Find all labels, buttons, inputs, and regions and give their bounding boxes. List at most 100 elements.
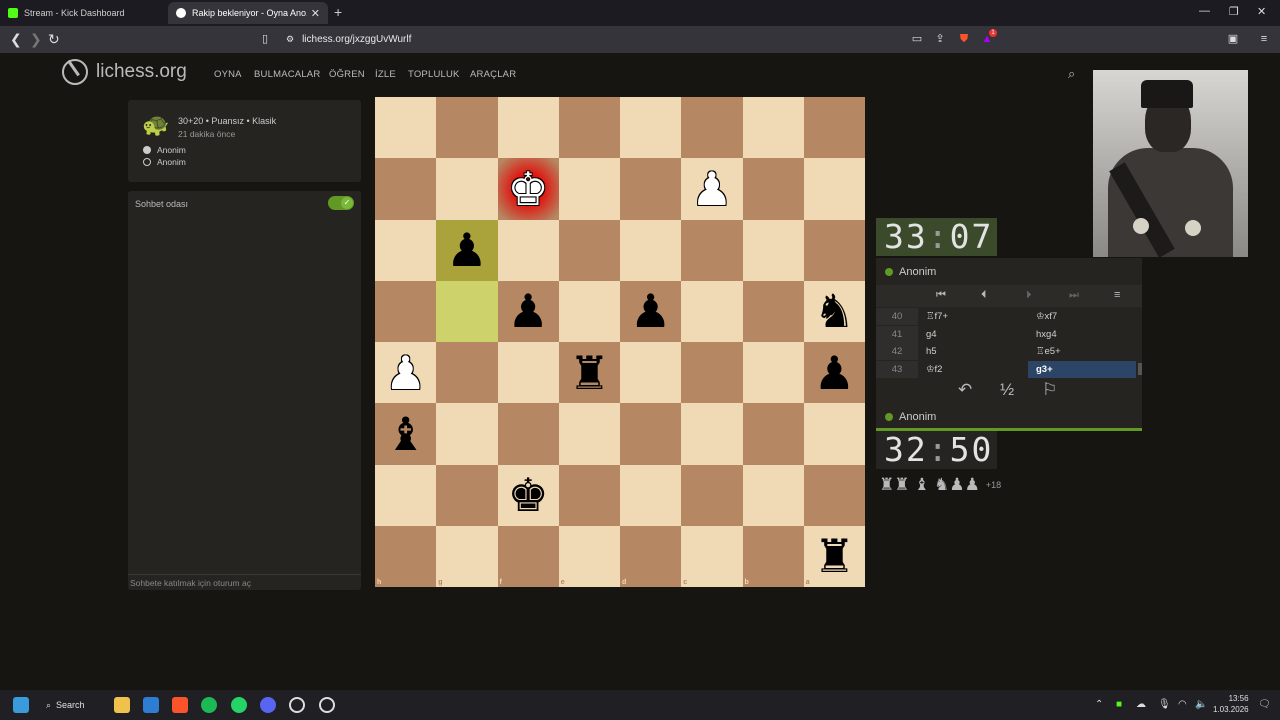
- square-g5[interactable]: [436, 342, 498, 404]
- black-rook-e5[interactable]: ♜: [559, 342, 620, 403]
- nav-play[interactable]: OYNA: [214, 69, 242, 80]
- black-move[interactable]: hxg4: [1028, 326, 1136, 343]
- square-b6[interactable]: [742, 403, 804, 465]
- square-e2[interactable]: [558, 158, 620, 220]
- black-move[interactable]: g3+: [1028, 360, 1136, 378]
- square-h1[interactable]: [375, 97, 437, 159]
- share-icon[interactable]: ⇪: [933, 32, 947, 46]
- url-input[interactable]: ⚙ lichess.org/jxzggUvWurlf: [286, 29, 886, 50]
- draw-offer-button[interactable]: ½: [1000, 380, 1014, 400]
- square-g1[interactable]: [436, 97, 498, 159]
- black-king-f7[interactable]: ♚: [498, 465, 559, 526]
- square-c3[interactable]: [681, 219, 743, 281]
- tab-kick-dashboard[interactable]: Stream - Kick Dashboard: [0, 2, 165, 24]
- nav-tools[interactable]: ARAÇLAR: [470, 69, 516, 80]
- back-icon[interactable]: ❮: [10, 31, 22, 48]
- chatgpt-icon[interactable]: [289, 697, 305, 713]
- square-g2[interactable]: [436, 158, 498, 220]
- chat-toggle[interactable]: [328, 196, 354, 210]
- square-a2[interactable]: [803, 158, 865, 220]
- square-e6[interactable]: [558, 403, 620, 465]
- square-e1[interactable]: [558, 97, 620, 159]
- close-tab-icon[interactable]: ✕: [311, 7, 320, 20]
- square-c1[interactable]: [681, 97, 743, 159]
- square-c6[interactable]: [681, 403, 743, 465]
- next-move-icon[interactable]: ⏵: [1026, 289, 1032, 302]
- network-cloud-icon[interactable]: ☁: [1136, 699, 1146, 710]
- square-f6[interactable]: [497, 403, 559, 465]
- square-a6[interactable]: [803, 403, 865, 465]
- square-e3[interactable]: [558, 219, 620, 281]
- whatsapp-icon[interactable]: [231, 697, 247, 713]
- black-move[interactable]: ♖e5+: [1028, 343, 1136, 360]
- square-d5[interactable]: [620, 342, 682, 404]
- close-window-icon[interactable]: ✕: [1257, 5, 1266, 18]
- chess-board[interactable]: 1 2 3 4 5 6 7 8 h g f e d c b a ♚ ♟ ♟ ♟ ♟ ♞ ♟ ♜ ♟ ♝ ♚ ♜: [375, 97, 865, 587]
- square-c7[interactable]: [681, 464, 743, 526]
- square-a3[interactable]: [803, 219, 865, 281]
- site-info-icon[interactable]: ⚙: [286, 34, 294, 45]
- file-explorer-icon[interactable]: [114, 697, 130, 713]
- last-move-icon[interactable]: ⏭: [1069, 289, 1079, 302]
- square-d7[interactable]: [620, 464, 682, 526]
- square-e4[interactable]: [558, 280, 620, 342]
- black-bishop-h6[interactable]: ♝: [375, 403, 436, 464]
- square-f3[interactable]: [497, 219, 559, 281]
- black-move[interactable]: ♔xf7: [1028, 308, 1136, 325]
- new-tab-button[interactable]: +: [334, 4, 342, 20]
- square-h3[interactable]: [375, 219, 437, 281]
- volume-icon[interactable]: 🔈: [1195, 699, 1207, 710]
- square-a7[interactable]: [803, 464, 865, 526]
- square-f8[interactable]: [497, 525, 559, 587]
- black-knight-a4[interactable]: ♞: [804, 281, 865, 342]
- mail-icon[interactable]: [143, 697, 159, 713]
- tray-chevron-icon[interactable]: ⌃: [1095, 699, 1103, 710]
- nav-watch[interactable]: İZLE: [375, 69, 396, 80]
- square-b7[interactable]: [742, 464, 804, 526]
- white-king-f2[interactable]: ♚: [498, 158, 559, 219]
- nav-community[interactable]: TOPLULUK: [408, 69, 460, 80]
- black-player[interactable]: Anonim: [143, 157, 186, 167]
- taskbar-search[interactable]: ⌕ Search: [46, 696, 85, 714]
- tab-lichess[interactable]: Rakip bekleniyor - Oyna Ano... ✕: [168, 2, 328, 24]
- square-c5[interactable]: [681, 342, 743, 404]
- nav-learn[interactable]: ÖĞREN: [329, 69, 365, 80]
- discord-icon[interactable]: [260, 697, 276, 713]
- obs-icon[interactable]: [319, 697, 335, 713]
- square-f1[interactable]: [497, 97, 559, 159]
- square-b8[interactable]: [742, 525, 804, 587]
- white-player[interactable]: Anonim: [143, 145, 186, 155]
- brave-shield-icon[interactable]: ⛊: [957, 32, 971, 46]
- chat-login-hint[interactable]: Sohbete katılmak için oturum aç: [128, 574, 361, 590]
- site-logo[interactable]: lichess.org: [62, 59, 187, 85]
- windows-start-icon[interactable]: [13, 697, 29, 713]
- notification-icon[interactable]: 🗨: [1258, 699, 1271, 710]
- bookmark-icon[interactable]: ▯: [258, 32, 272, 46]
- brave-browser-icon[interactable]: [172, 697, 188, 713]
- black-rook-a8[interactable]: ♜: [804, 526, 865, 587]
- prev-move-icon[interactable]: ⏴: [981, 289, 987, 302]
- black-pawn-d4[interactable]: ♟: [620, 281, 681, 342]
- sidebar-icon[interactable]: ▣: [1226, 32, 1240, 46]
- microphone-icon[interactable]: 🎙: [1158, 699, 1171, 710]
- taskbar-clock[interactable]: 13:56 1.03.2026: [1213, 693, 1249, 715]
- square-g8[interactable]: [436, 525, 498, 587]
- resign-flag-icon[interactable]: ⚐: [1042, 380, 1057, 400]
- square-b2[interactable]: [742, 158, 804, 220]
- square-h7[interactable]: [375, 464, 437, 526]
- reload-icon[interactable]: ↻: [48, 31, 60, 48]
- restore-icon[interactable]: ❐: [1229, 5, 1239, 18]
- nav-puzzles[interactable]: BULMACALAR: [254, 69, 320, 80]
- square-d6[interactable]: [620, 403, 682, 465]
- square-b3[interactable]: [742, 219, 804, 281]
- black-pawn-g3[interactable]: ♟: [436, 220, 497, 281]
- kick-tray-icon[interactable]: ■: [1116, 699, 1122, 710]
- white-move[interactable]: g4: [926, 326, 937, 343]
- search-icon[interactable]: ⌕: [1068, 66, 1075, 82]
- white-move[interactable]: ♔f2: [926, 361, 942, 378]
- square-d1[interactable]: [620, 97, 682, 159]
- minimize-icon[interactable]: —: [1199, 5, 1210, 17]
- square-g7[interactable]: [436, 464, 498, 526]
- square-e7[interactable]: [558, 464, 620, 526]
- menu-icon[interactable]: ≡: [1257, 32, 1271, 46]
